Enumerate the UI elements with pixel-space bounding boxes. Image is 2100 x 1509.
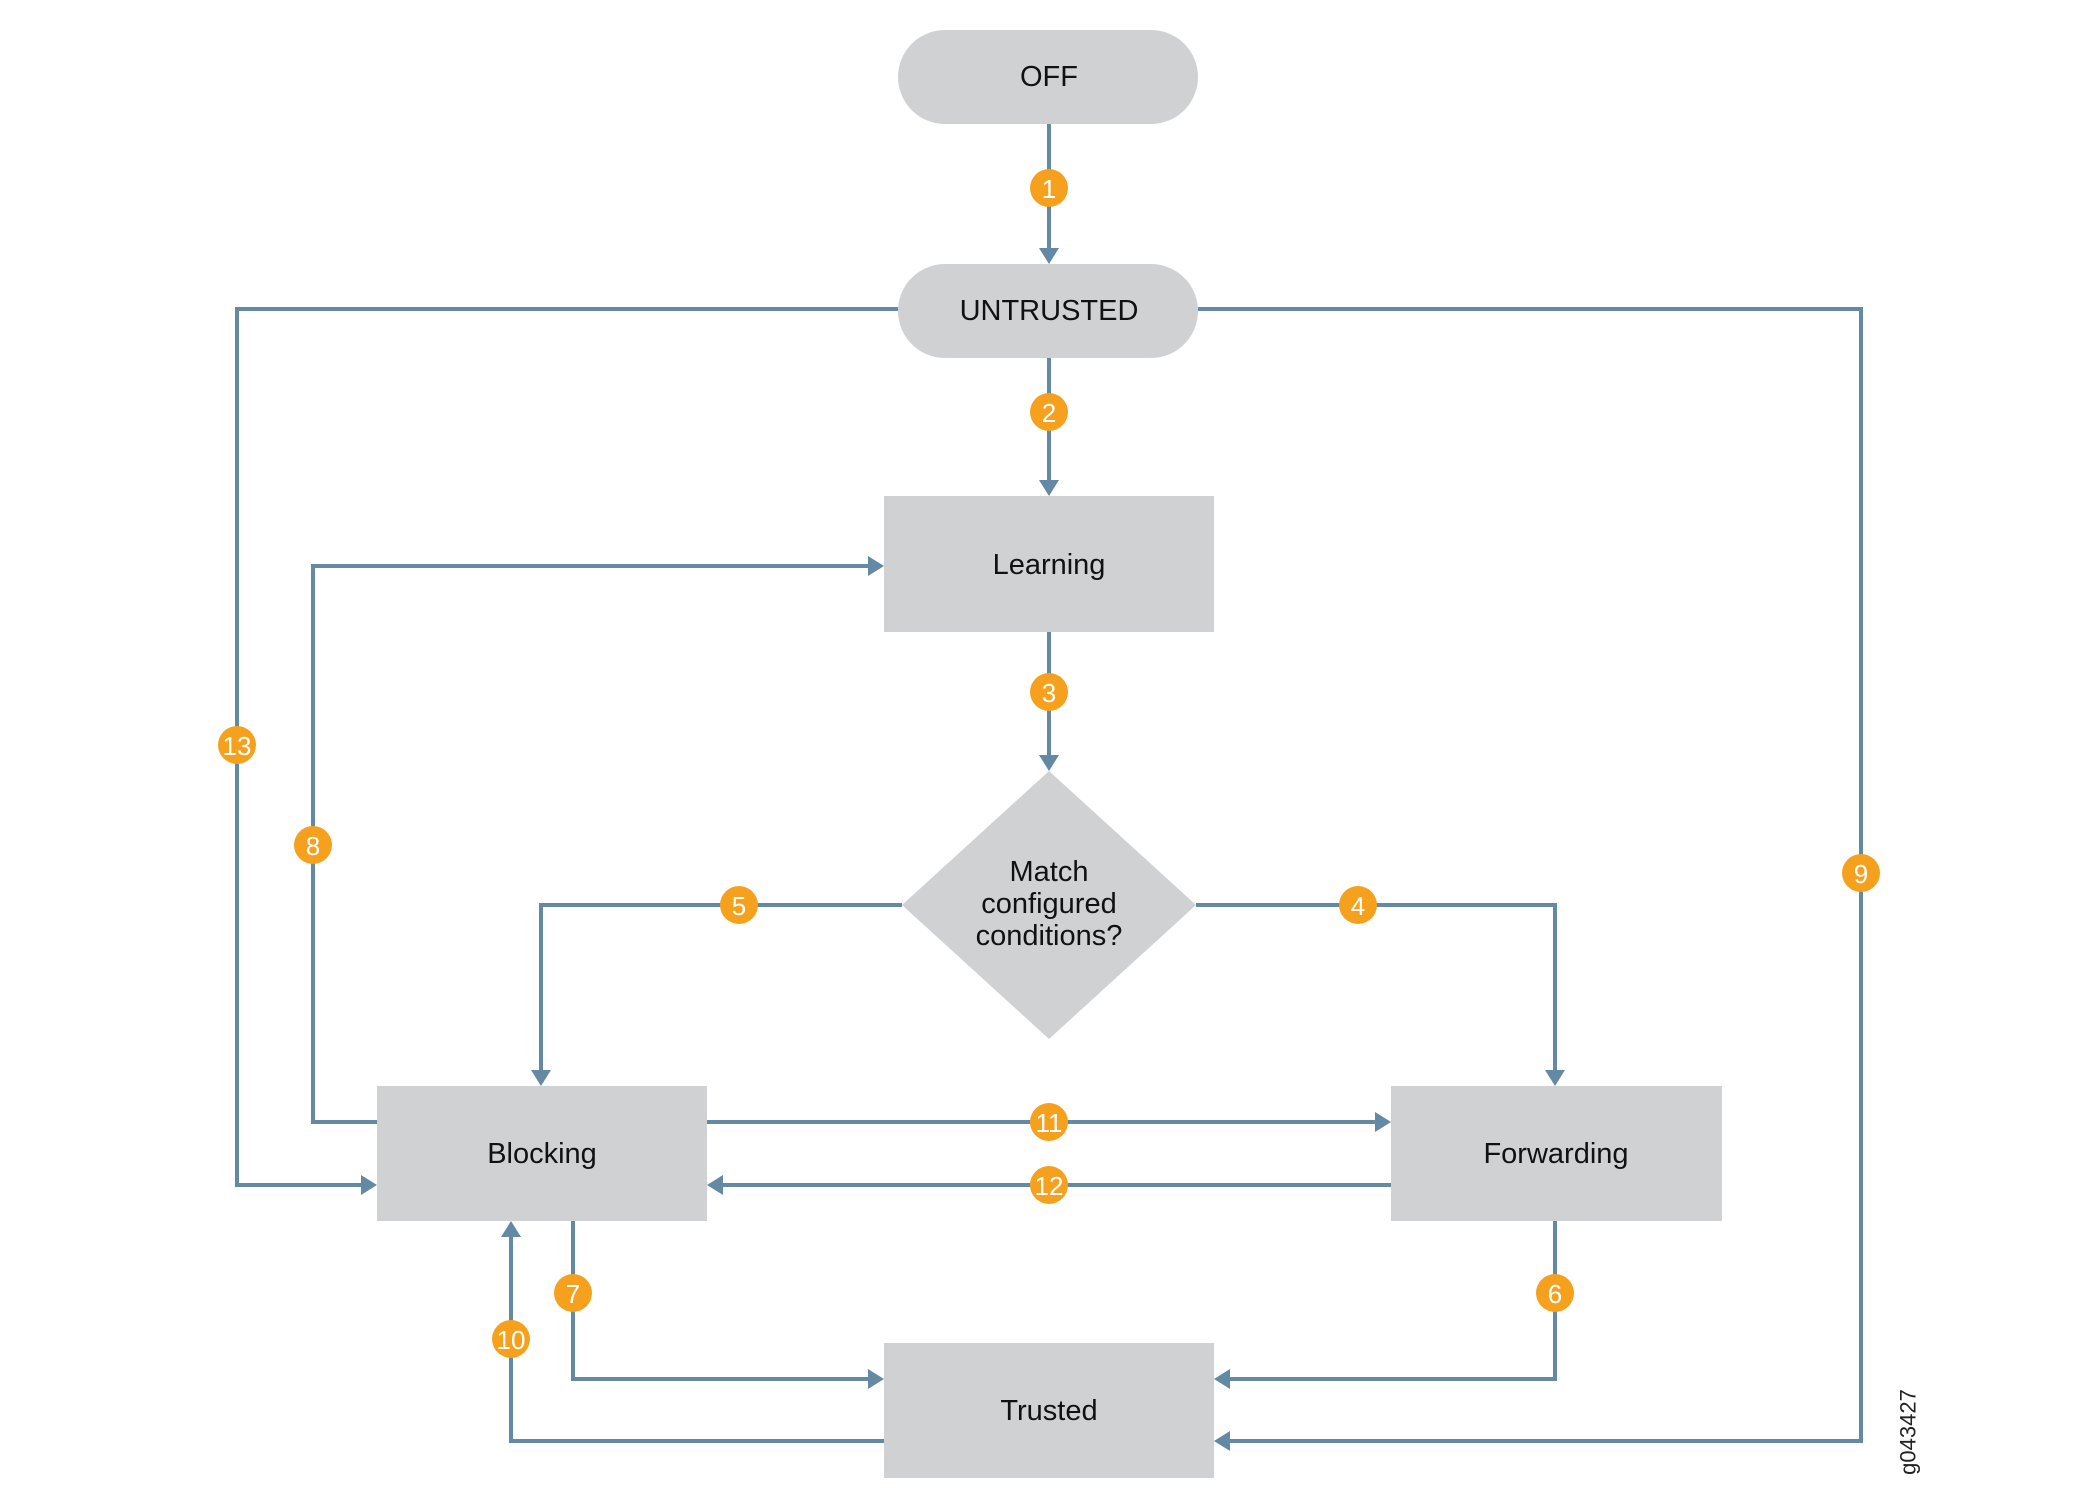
node-decision-label-line-3: conditions? (976, 920, 1123, 952)
arrowhead-icon (1039, 755, 1059, 771)
step-badge-8: 8 (294, 826, 332, 864)
node-forwarding-label: Forwarding (1483, 1138, 1628, 1170)
edge-trusted-to-blocking (501, 1221, 884, 1443)
edge-line-7 (571, 1221, 868, 1381)
edge-line-9 (1198, 307, 1863, 1443)
step-badge-11: 11 (1030, 1103, 1068, 1141)
arrowhead-icon (707, 1175, 723, 1195)
arrowhead-icon (1039, 248, 1059, 264)
node-decision-label-line-1: Match (1010, 856, 1089, 888)
node-off-label: OFF (1020, 61, 1078, 93)
arrowhead-icon (1545, 1070, 1565, 1086)
step-badge-number: 11 (1036, 1108, 1063, 1138)
arrowhead-icon (531, 1070, 551, 1086)
edge-line-10 (509, 1237, 884, 1443)
node-decision: Match configured conditions? (902, 771, 1196, 1039)
step-badge-number: 8 (306, 831, 320, 861)
arrowhead-icon (1375, 1112, 1391, 1132)
figure-id: g043427 (1896, 1389, 1921, 1475)
edge-line-5 (539, 903, 902, 1070)
node-trusted-label: Trusted (1000, 1395, 1097, 1427)
step-badge-7: 7 (554, 1274, 592, 1312)
state-diagram: OFF UNTRUSTED Learning Match configured … (218, 30, 1921, 1478)
node-untrusted: UNTRUSTED (898, 264, 1198, 358)
step-badge-12: 12 (1030, 1166, 1068, 1204)
node-forwarding: Forwarding (1391, 1086, 1722, 1221)
arrowhead-icon (361, 1175, 377, 1195)
step-badge-number: 4 (1351, 891, 1365, 921)
step-badge-number: 13 (223, 731, 252, 761)
step-badge-number: 5 (732, 891, 746, 921)
step-badge-4: 4 (1339, 886, 1377, 924)
arrowhead-icon (868, 556, 884, 576)
edge-blocking-to-trusted (571, 1221, 884, 1389)
edge-line-8 (311, 564, 868, 1124)
step-badge-5: 5 (720, 886, 758, 924)
arrowhead-icon (1214, 1431, 1230, 1451)
step-badge-number: 3 (1042, 678, 1056, 708)
node-blocking: Blocking (377, 1086, 707, 1221)
node-decision-label-line-2: configured (981, 888, 1116, 920)
step-badge-number: 6 (1548, 1279, 1562, 1309)
step-badge-number: 1 (1042, 174, 1056, 204)
edge-line-4 (1196, 903, 1557, 1070)
edge-blocking-to-learning (311, 556, 884, 1124)
edge-untrusted-to-trusted (1198, 307, 1863, 1451)
edge-decision-to-blocking (531, 903, 902, 1086)
node-learning-label: Learning (993, 549, 1106, 581)
node-trusted: Trusted (884, 1343, 1214, 1478)
step-badge-9: 9 (1842, 854, 1880, 892)
edge-forwarding-to-trusted (1214, 1221, 1557, 1389)
step-badge-13: 13 (218, 726, 256, 764)
edge-untrusted-to-blocking (235, 307, 898, 1195)
step-badge-6: 6 (1536, 1274, 1574, 1312)
node-off: OFF (898, 30, 1198, 124)
arrowhead-icon (868, 1369, 884, 1389)
step-badge-10: 10 (492, 1320, 530, 1358)
step-badge-3: 3 (1030, 673, 1068, 711)
step-badge-number: 9 (1854, 859, 1868, 889)
node-untrusted-label: UNTRUSTED (960, 295, 1139, 327)
edge-line-13 (235, 307, 898, 1187)
arrowhead-icon (501, 1221, 521, 1237)
step-badge-number: 7 (566, 1279, 580, 1309)
arrowhead-icon (1214, 1369, 1230, 1389)
step-badge-2: 2 (1030, 393, 1068, 431)
step-badge-number: 10 (497, 1325, 526, 1355)
edge-line-6 (1230, 1221, 1557, 1381)
step-badge-1: 1 (1030, 169, 1068, 207)
step-badge-number: 2 (1042, 398, 1056, 428)
edge-decision-to-forwarding (1196, 903, 1565, 1086)
arrowhead-icon (1039, 480, 1059, 496)
node-blocking-label: Blocking (487, 1138, 597, 1170)
node-learning: Learning (884, 496, 1214, 632)
step-badge-number: 12 (1035, 1171, 1064, 1201)
